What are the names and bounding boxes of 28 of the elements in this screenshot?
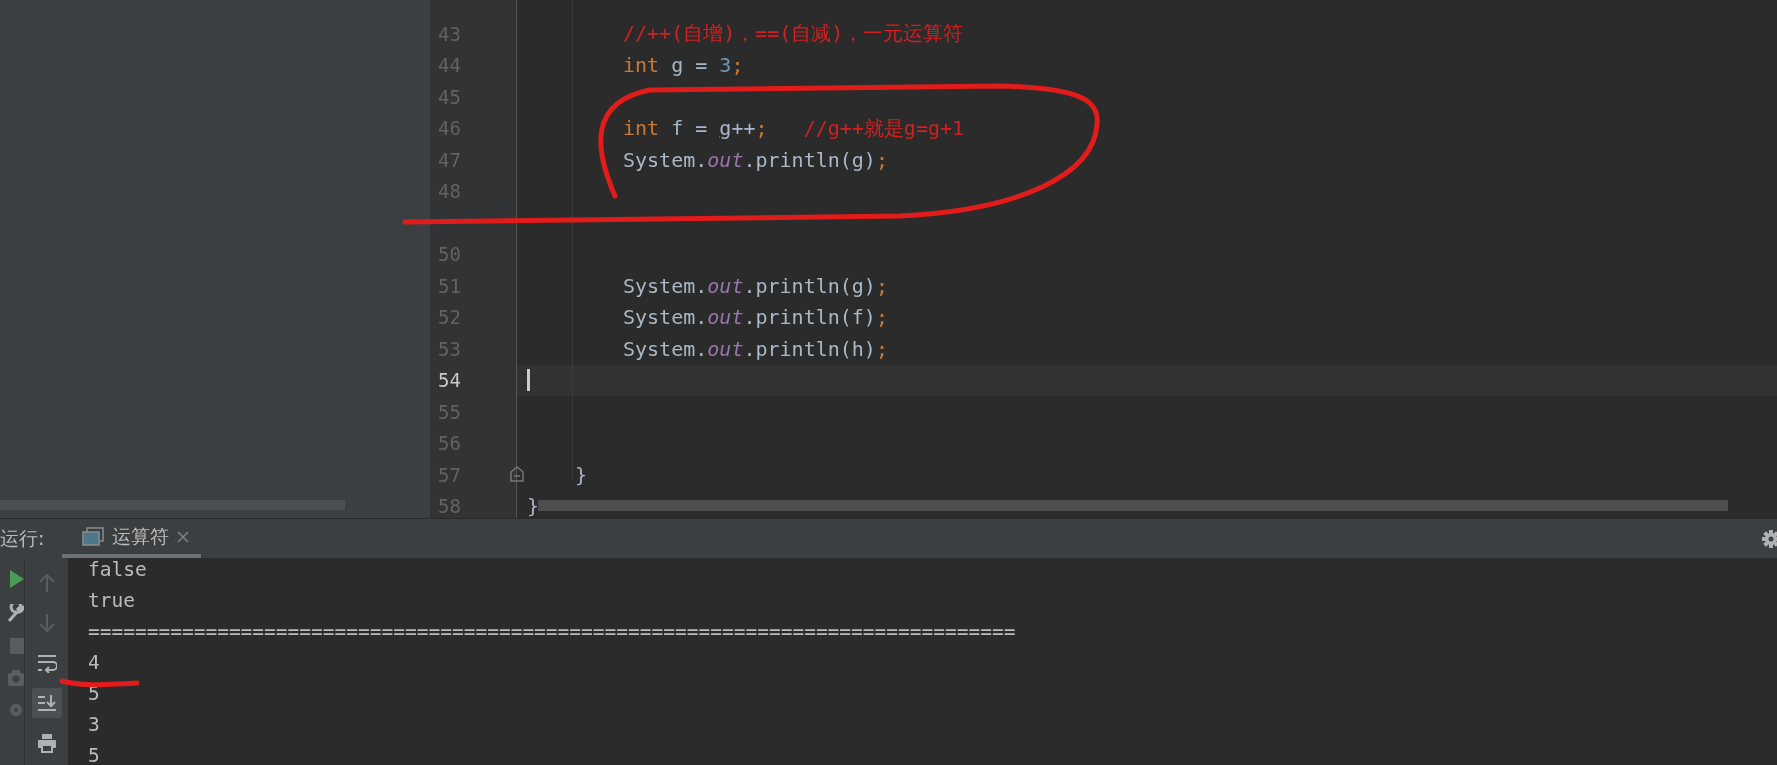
panel-label: 运行:	[0, 525, 45, 551]
code-line: System.out.println(g);	[622, 273, 888, 298]
code-line: int f = g++; //g++就是g=g+1	[622, 114, 965, 142]
console-line: 3	[88, 712, 101, 738]
code-line: System.out.println(h);	[622, 336, 888, 361]
horizontal-scrollbar[interactable]	[538, 500, 1728, 511]
line-number: 54	[438, 369, 461, 392]
code-line: }	[574, 462, 588, 487]
console-line: ===============================================================================	[88, 619, 1016, 645]
run-tab[interactable]: 运算符	[62, 519, 202, 558]
fold-icon[interactable]	[510, 466, 524, 482]
console-icon	[82, 526, 105, 547]
code-line: System.out.println(f);	[622, 305, 888, 330]
close-icon[interactable]	[177, 530, 190, 543]
console-line: 4	[88, 650, 101, 676]
settings-icon[interactable]	[1761, 528, 1777, 549]
code-line: //++(自增)，==(自减)，一元运算符	[622, 20, 964, 48]
code-line: }	[526, 494, 540, 518]
scroll-to-end-icon[interactable]	[31, 688, 62, 718]
gear-icon[interactable]	[8, 702, 24, 718]
wrench-icon[interactable]	[8, 604, 24, 622]
code-line: System.out.println(g);	[622, 147, 888, 172]
console-line: false	[88, 557, 148, 583]
console-line: true	[88, 588, 136, 614]
text-caret	[527, 369, 530, 392]
console-line: 5	[88, 743, 101, 765]
camera-icon[interactable]	[8, 670, 24, 686]
code-line: int g = 3;	[622, 53, 744, 78]
